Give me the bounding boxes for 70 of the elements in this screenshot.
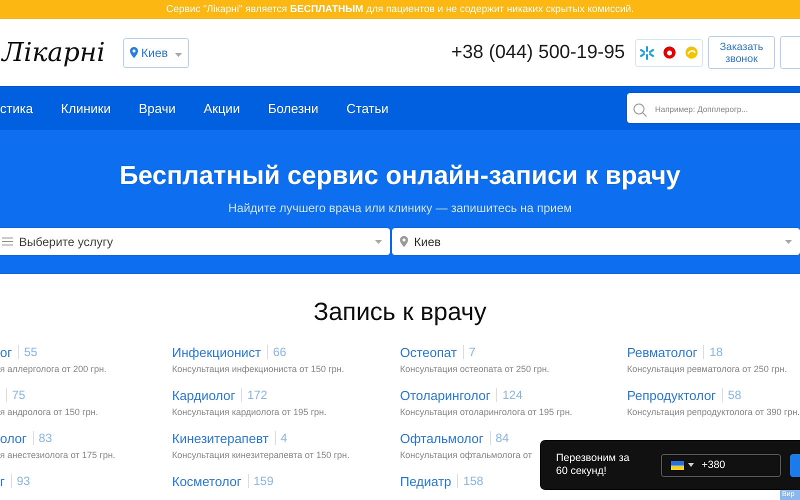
specialty-link[interactable]: Кинезитерапевт bbox=[172, 430, 269, 446]
search-icon bbox=[633, 103, 647, 117]
nav-link[interactable]: Статьи bbox=[346, 100, 389, 116]
nav-link[interactable]: Врачи bbox=[138, 100, 176, 116]
callback-button[interactable]: Заказать звонок bbox=[708, 36, 775, 69]
doctor-count: 124 bbox=[496, 388, 522, 402]
phone-field[interactable]: +380 bbox=[698, 459, 758, 471]
search-box[interactable]: Например: Допплерогр... bbox=[627, 93, 800, 123]
location-pin-icon bbox=[400, 236, 408, 247]
doctor-count: 83 bbox=[32, 431, 52, 445]
hero-subtitle: Найдите лучшего врача или клинику — запишитесь на прием bbox=[228, 201, 572, 215]
consultation-price: Консультация кинезитерапевта от 150 грн. bbox=[172, 450, 350, 460]
nav-link[interactable]: Болезни bbox=[268, 100, 318, 116]
specialty-link[interactable]: Офтальмолог bbox=[400, 430, 484, 446]
swirl-logo-icon bbox=[684, 46, 698, 59]
specialty-link[interactable]: Ревматолог bbox=[627, 344, 698, 360]
specialty-link[interactable]: олог bbox=[0, 430, 27, 446]
nav-link[interactable]: Клиники bbox=[60, 100, 111, 116]
circle-logo-icon bbox=[662, 46, 676, 59]
specialty-link[interactable]: Педиатр bbox=[400, 474, 452, 488]
consultation-price: Консультация ревматолога от 250 грн. bbox=[627, 364, 788, 374]
doctor-count: 18 bbox=[703, 345, 723, 359]
specialty-link[interactable]: Остеопат bbox=[400, 344, 457, 360]
section-title: Запись к врачу bbox=[312, 298, 488, 327]
doctor-count: 158 bbox=[457, 474, 484, 488]
specialty-link[interactable]: Репродуктолог bbox=[627, 388, 716, 402]
doctor-count: 172 bbox=[241, 388, 268, 402]
doctor-count: 75 bbox=[6, 388, 26, 402]
consultation-price: Консультация офтальмолога от bbox=[400, 450, 532, 460]
consultation-price: Консультация репродуктолога от 390 грн. bbox=[627, 407, 800, 417]
doctor-count: 159 bbox=[248, 474, 274, 488]
doctor-count: 93 bbox=[10, 474, 30, 488]
doctor-count: 84 bbox=[490, 431, 509, 445]
phone-number: +38 (044) 500-19-95 bbox=[451, 42, 625, 64]
doctor-count: 7 bbox=[462, 345, 476, 359]
caret-icon bbox=[375, 240, 382, 244]
phone-input-box[interactable]: +380 bbox=[660, 454, 782, 476]
caret-icon bbox=[175, 52, 182, 56]
nav-link[interactable]: стика bbox=[0, 100, 33, 116]
specialty-link[interactable]: г bbox=[0, 474, 5, 488]
doctor-count: 58 bbox=[722, 388, 742, 402]
specialty-link[interactable]: Отоларинголог bbox=[400, 388, 490, 402]
hero-title: Бесплатный сервис онлайн-записи к врачу bbox=[119, 160, 681, 191]
caret-icon bbox=[688, 463, 694, 467]
doctor-count: 66 bbox=[266, 345, 286, 359]
consultation-price: Консультация остеопата от 250 грн. bbox=[400, 364, 550, 374]
consultation-price: я андролога от 150 грн. bbox=[0, 407, 98, 417]
location-pin-icon bbox=[130, 47, 138, 58]
doctor-count: 55 bbox=[18, 345, 38, 359]
specialty-link[interactable]: Инфекционист bbox=[172, 344, 261, 360]
specialty-link[interactable]: ог bbox=[0, 344, 12, 360]
consultation-price: я аллерголога от 200 грн. bbox=[0, 364, 106, 374]
logo[interactable]: Лікарні bbox=[2, 38, 106, 68]
consultation-price: я анестезиолога от 175 грн. bbox=[0, 450, 116, 460]
doctor-count: 4 bbox=[274, 431, 288, 445]
city-select[interactable]: Киев bbox=[392, 228, 800, 255]
consultation-price: Консультация отоларинголога от 195 грн. bbox=[400, 407, 572, 417]
menu-icon bbox=[2, 237, 13, 246]
popup-text: Перезвоним за 60 секунд! bbox=[556, 452, 630, 478]
city-selector[interactable]: Киев bbox=[123, 38, 190, 68]
star-logo-icon bbox=[640, 46, 654, 60]
caret-icon bbox=[785, 240, 792, 244]
flag-icon bbox=[670, 460, 684, 470]
specialty-link[interactable]: Косметолог bbox=[172, 474, 242, 488]
announcement-banner: Сервис "Лікарні" является БЕСПЛАТНЫМ для пациентов и не содержит никаких скрытых комиссий. bbox=[0, 0, 800, 19]
nav-link[interactable]: Акции bbox=[204, 100, 240, 116]
consultation-price: Консультация инфекциониста от 150 грн. bbox=[172, 364, 344, 374]
consultation-price: Консультация кардиолога от 195 грн. bbox=[172, 407, 327, 417]
specialty-link[interactable]: Кардиолог bbox=[172, 388, 236, 402]
service-select[interactable]: Выберите услугу bbox=[0, 228, 390, 255]
